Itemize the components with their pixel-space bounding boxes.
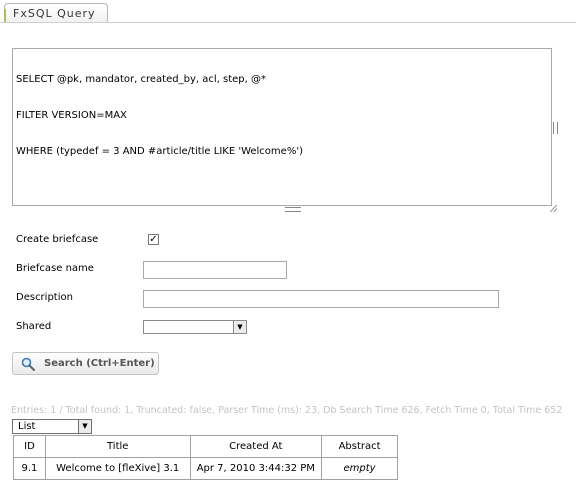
query-line: WHERE (typedef = 3 AND #article/title LI… — [16, 146, 303, 157]
cell-abstract: empty — [321, 457, 398, 480]
query-line: FILTER VERSION=MAX — [16, 110, 127, 121]
horizontal-resize-grip[interactable] — [285, 207, 301, 212]
search-button-label: Search (Ctrl+Enter) — [44, 358, 155, 369]
create-briefcase-checkbox[interactable]: ✓ — [148, 234, 159, 245]
vertical-resize-grip[interactable] — [553, 122, 558, 134]
description-input[interactable] — [143, 290, 499, 308]
column-header-abstract[interactable]: Abstract — [321, 435, 398, 458]
shared-label: Shared — [16, 321, 52, 332]
dropdown-arrow-icon: ▼ — [233, 321, 246, 333]
search-button[interactable]: Search (Ctrl+Enter) — [12, 352, 159, 375]
cell-id: 9.1 — [13, 457, 46, 480]
tab-accent — [4, 9, 6, 22]
magnifier-icon — [21, 357, 35, 371]
shared-select[interactable]: ▼ — [143, 320, 247, 334]
tab-bar: FxSQL Query — [0, 0, 576, 24]
briefcase-name-input[interactable] — [143, 261, 287, 279]
resize-corner-icon[interactable] — [550, 205, 557, 212]
tab-label: FxSQL Query — [13, 7, 96, 20]
table-header-row: ID Title Created At Abstract — [13, 435, 398, 458]
description-label: Description — [16, 292, 73, 303]
create-briefcase-label: Create briefcase — [16, 234, 99, 245]
cell-title: Welcome to [fleXive] 3.1 — [44, 457, 191, 480]
query-line: SELECT @pk, mandator, created_by, acl, s… — [16, 74, 266, 85]
column-header-id[interactable]: ID — [13, 435, 46, 458]
table-row[interactable]: 9.1 Welcome to [fleXive] 3.1 Apr 7, 2010… — [13, 457, 398, 480]
search-stats: Entries: 1 / Total found: 1, Truncated: … — [11, 405, 563, 416]
results-table: ID Title Created At Abstract 9.1 Welcome… — [13, 435, 398, 480]
dropdown-arrow-icon: ▼ — [78, 420, 91, 433]
result-view-select[interactable]: List ▼ — [12, 419, 92, 434]
column-header-title[interactable]: Title — [44, 435, 191, 458]
column-header-created-at[interactable]: Created At — [189, 435, 323, 458]
query-textarea[interactable]: SELECT @pk, mandator, created_by, acl, s… — [12, 48, 552, 206]
checkmark-icon: ✓ — [149, 234, 158, 245]
tab-fxsql-query[interactable]: FxSQL Query — [4, 3, 108, 22]
briefcase-name-label: Briefcase name — [16, 263, 94, 274]
cell-created-at: Apr 7, 2010 3:44:32 PM — [189, 457, 323, 480]
result-view-value: List — [18, 421, 36, 432]
